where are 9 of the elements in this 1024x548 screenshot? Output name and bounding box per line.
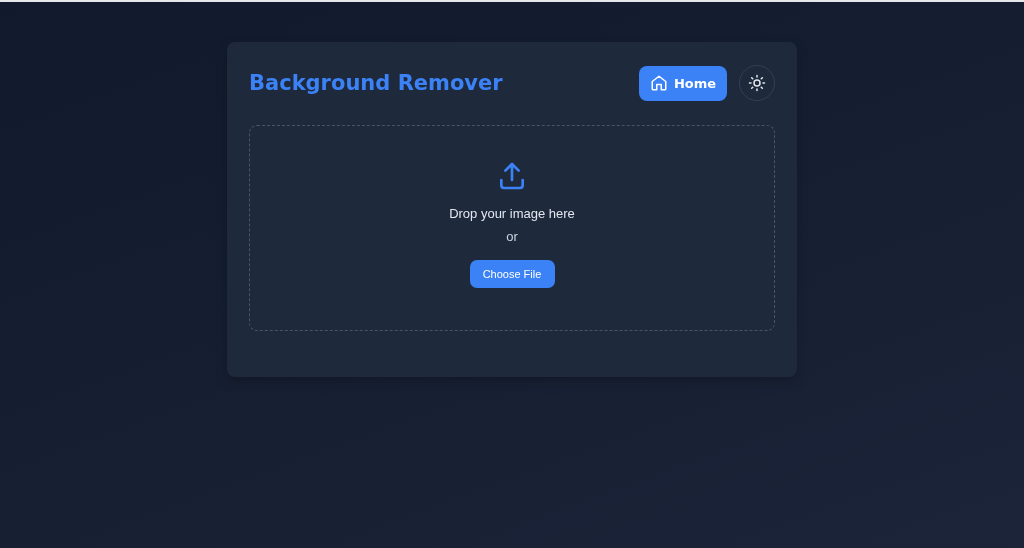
home-icon [649, 74, 668, 92]
drop-prompt: Drop your image here [449, 206, 575, 221]
drop-zone[interactable]: Drop your image here or Choose File [249, 125, 775, 331]
app-title: Background Remover [249, 71, 504, 95]
sun-icon [748, 74, 766, 92]
home-button[interactable]: Home [639, 65, 727, 101]
theme-toggle-button[interactable] [739, 65, 775, 101]
separator-text: or [506, 229, 518, 244]
choose-file-button[interactable]: Choose File [469, 260, 555, 288]
